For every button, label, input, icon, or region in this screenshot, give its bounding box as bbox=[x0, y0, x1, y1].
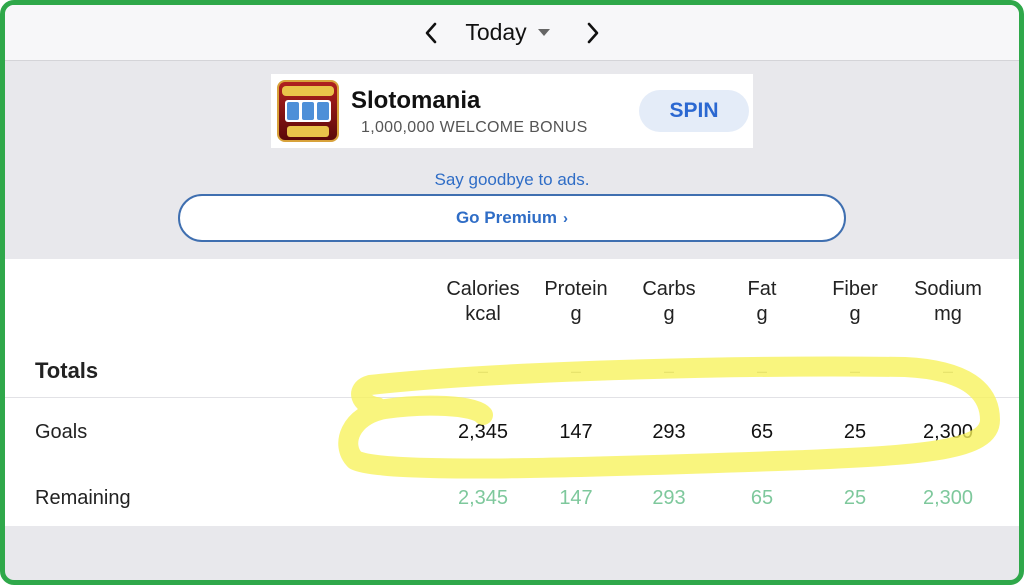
totals-label: Totals bbox=[35, 358, 99, 383]
column-header-carbs: Carbs g bbox=[642, 278, 696, 325]
remove-ads-text: Say goodbye to ads. bbox=[434, 170, 590, 189]
totals-fat: – bbox=[756, 361, 767, 381]
remaining-protein: 147 bbox=[559, 487, 593, 509]
previous-day-button[interactable] bbox=[411, 13, 451, 53]
remaining-label: Remaining bbox=[35, 487, 131, 509]
next-day-button[interactable] bbox=[573, 13, 613, 53]
date-navigator: Today bbox=[5, 5, 1019, 61]
chevron-left-icon bbox=[426, 22, 437, 43]
goals-calories[interactable]: 2,345 bbox=[433, 421, 533, 444]
goals-label: Goals bbox=[35, 421, 88, 443]
goals-fat[interactable]: 65 bbox=[712, 421, 812, 444]
totals-sodium: – bbox=[942, 361, 953, 381]
nutrition-table: Calories kcal Protein g Carbs g Fat g Fiber g… bbox=[5, 259, 1019, 526]
go-premium-button[interactable]: Go Premium › bbox=[178, 194, 846, 242]
goals-fiber[interactable]: 25 bbox=[805, 421, 905, 444]
spin-button[interactable]: SPIN bbox=[639, 90, 749, 132]
go-premium-label: Go Premium bbox=[455, 208, 558, 227]
caret-down-icon bbox=[537, 29, 550, 36]
ad-title: Slotomania bbox=[351, 87, 481, 114]
totals-fiber: – bbox=[849, 361, 860, 381]
chevron-right-icon: › bbox=[563, 209, 569, 227]
column-header-calories: Calories kcal bbox=[446, 278, 520, 325]
date-dropdown-button[interactable] bbox=[537, 28, 551, 37]
column-header-fat: Fat g bbox=[747, 278, 777, 325]
goals-sodium[interactable]: 2,300 bbox=[898, 421, 998, 444]
remaining-calories: 2,345 bbox=[457, 487, 509, 509]
slot-machine-logo-icon bbox=[277, 80, 339, 142]
ad-subtitle: 1,000,000 WELCOME BONUS bbox=[361, 119, 588, 136]
remaining-fat: 65 bbox=[750, 487, 774, 509]
row-divider bbox=[5, 397, 1019, 398]
column-header-sodium: Sodium mg bbox=[914, 278, 982, 325]
goals-protein[interactable]: 147 bbox=[526, 421, 626, 444]
remaining-carbs: 293 bbox=[652, 487, 686, 509]
ad-banner[interactable]: Slotomania 1,000,000 WELCOME BONUS SPIN bbox=[271, 74, 753, 148]
remaining-fiber: 25 bbox=[843, 487, 867, 509]
remaining-sodium: 2,300 bbox=[922, 487, 974, 509]
date-label[interactable]: Today bbox=[465, 19, 526, 46]
app-frame: Today Slotomania 1,000,000 WELCOME BONUS… bbox=[0, 0, 1024, 585]
totals-calories: – bbox=[477, 361, 488, 381]
totals-carbs: – bbox=[663, 361, 674, 381]
totals-protein: – bbox=[570, 361, 581, 381]
chevron-right-icon bbox=[587, 22, 598, 43]
column-header-fiber: Fiber g bbox=[832, 278, 878, 325]
goals-carbs[interactable]: 293 bbox=[619, 421, 719, 444]
column-header-protein: Protein g bbox=[544, 278, 608, 325]
